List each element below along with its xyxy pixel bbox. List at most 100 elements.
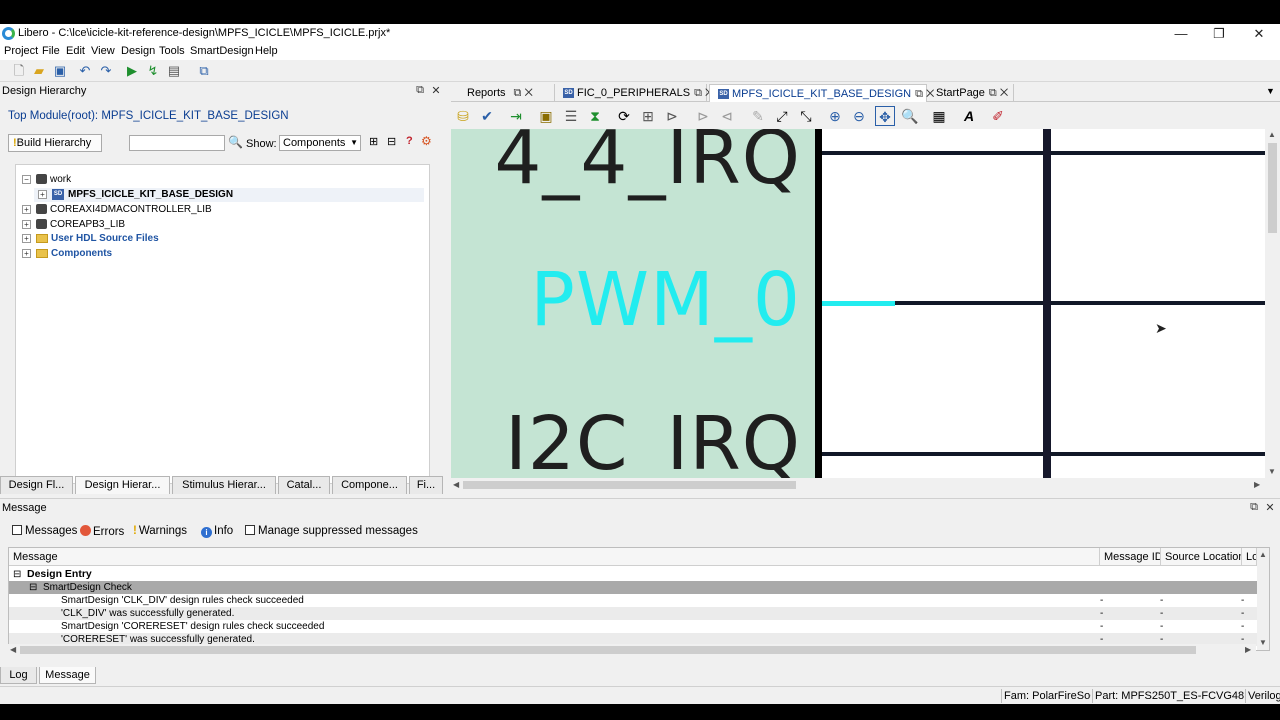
collapse-icon[interactable]: ⊟ <box>29 581 37 594</box>
open-folder-icon[interactable]: ▰ <box>31 63 47 79</box>
connect-icon[interactable]: ⇥ <box>506 106 526 126</box>
expand-view-icon[interactable]: ⤢ <box>772 106 792 126</box>
message-row[interactable]: SmartDesign 'CORERESET' design rules che… <box>9 620 1257 633</box>
new-file-icon[interactable]: 🗋 <box>11 63 27 79</box>
close-pane-icon[interactable]: ✕ <box>429 84 443 97</box>
menu-file[interactable]: File <box>42 45 60 57</box>
scroll-up-icon[interactable]: ▲ <box>1259 550 1267 559</box>
zoom-out-icon[interactable]: ⊖ <box>849 106 869 126</box>
restore-pane-icon[interactable]: ⧉ <box>1247 501 1261 514</box>
scroll-down-icon[interactable]: ▼ <box>1259 638 1267 647</box>
scroll-left-icon[interactable]: ◀ <box>453 480 459 489</box>
menu-view[interactable]: View <box>91 45 115 57</box>
show-filter-dropdown[interactable]: Components ▼ <box>279 135 361 151</box>
database-icon[interactable]: ⛁ <box>453 106 473 126</box>
detach-icon[interactable]: ⧉ <box>196 63 212 79</box>
tree-item-work[interactable]: − work <box>22 173 71 187</box>
tab-design-hierarchy[interactable]: Design Hierar... <box>75 476 170 494</box>
pin-group-icon[interactable]: ⊳ <box>693 106 713 126</box>
grid-connect-icon[interactable]: ⊞ <box>638 106 658 126</box>
compress-view-icon[interactable]: ⤡ <box>796 106 816 126</box>
message-vertical-scrollbar[interactable]: ▲ ▼ <box>1257 548 1269 650</box>
message-row[interactable]: SmartDesign 'CLK_DIV' design rules check… <box>9 594 1257 607</box>
edit-annotation-icon[interactable]: ✐ <box>988 106 1008 126</box>
run-icon[interactable]: ▶ <box>124 63 140 79</box>
expand-icon[interactable]: + <box>22 234 31 243</box>
expand-icon[interactable]: + <box>22 249 31 258</box>
column-header-message[interactable]: Message <box>9 548 1100 566</box>
menu-tools[interactable]: Tools <box>159 45 185 57</box>
expand-all-icon[interactable]: ⊞ <box>369 135 378 148</box>
collapse-all-icon[interactable]: ⊟ <box>387 135 396 148</box>
tab-log[interactable]: Log <box>0 667 37 684</box>
menu-project[interactable]: Project <box>4 45 38 57</box>
bus-line[interactable] <box>1043 129 1051 478</box>
check-icon[interactable]: ✔ <box>477 106 497 126</box>
scroll-thumb[interactable] <box>1268 143 1277 233</box>
filter-messages[interactable]: Messages <box>12 525 77 537</box>
filter-warnings[interactable]: ! Warnings <box>133 525 187 537</box>
report-icon[interactable]: ▤ <box>166 63 182 79</box>
expand-icon[interactable]: + <box>22 220 31 229</box>
subgroup-row[interactable]: ⊟ SmartDesign Check <box>9 581 1257 594</box>
menu-edit[interactable]: Edit <box>66 45 85 57</box>
tab-components[interactable]: Compone... <box>332 476 407 494</box>
tab-reports[interactable]: Reports ⧉ ✕ <box>459 84 555 102</box>
tab-files[interactable]: Fi... <box>409 476 443 494</box>
manage-suppressed-messages[interactable]: Manage suppressed messages <box>245 525 418 537</box>
scroll-thumb[interactable] <box>463 481 796 489</box>
filter-errors[interactable]: Errors <box>80 525 124 538</box>
canvas-horizontal-scrollbar[interactable]: ◀ ▶ <box>451 478 1265 492</box>
tab-design-flow[interactable]: Design Fl... <box>0 476 73 494</box>
tab-list-icon[interactable]: ▼ <box>1266 86 1275 96</box>
scroll-thumb[interactable] <box>20 646 1196 654</box>
menu-help[interactable]: Help <box>255 45 278 57</box>
tab-catalog[interactable]: Catal... <box>278 476 330 494</box>
tab-message[interactable]: Message <box>39 667 96 684</box>
tree-item-components[interactable]: + Components <box>22 247 112 261</box>
save-icon[interactable]: ▣ <box>52 63 68 79</box>
edit-icon[interactable]: ✎ <box>748 106 768 126</box>
design-canvas[interactable]: 4_4_IRQ PWM_0 I2C_IRQ ➤ <box>451 129 1265 478</box>
help-icon[interactable]: ? <box>406 135 413 147</box>
tab-stimulus-hierarchy[interactable]: Stimulus Hierar... <box>172 476 276 494</box>
scroll-right-icon[interactable]: ▶ <box>1254 480 1260 489</box>
scroll-down-icon[interactable]: ▼ <box>1268 467 1276 476</box>
redo-icon[interactable]: ↷ <box>98 63 114 79</box>
generate-icon[interactable]: ▣ <box>536 106 556 126</box>
component-block[interactable]: 4_4_IRQ PWM_0 I2C_IRQ <box>451 129 815 478</box>
canvas-vertical-scrollbar[interactable]: ▲ ▼ <box>1265 129 1280 478</box>
refresh-icon[interactable]: ⟳ <box>614 106 634 126</box>
menu-smartdesign[interactable]: SmartDesign <box>190 45 254 57</box>
tab-startpage[interactable]: StartPage ⧉ ✕ <box>928 84 1014 102</box>
zoom-area-icon[interactable]: 🔍 <box>900 106 920 126</box>
pin-label-pwm0[interactable]: PWM_0 <box>530 263 801 337</box>
restore-pane-icon[interactable]: ⧉ <box>413 84 427 97</box>
close-tab-icon[interactable]: ⧉ ✕ <box>989 87 1008 99</box>
filter-info[interactable]: i Info <box>201 525 233 538</box>
expand-icon[interactable]: + <box>22 205 31 214</box>
scroll-left-icon[interactable]: ◀ <box>10 645 16 654</box>
close-pane-icon[interactable]: ✕ <box>1263 501 1277 514</box>
zoom-fit-icon[interactable]: ✥ <box>875 106 895 126</box>
column-header-log[interactable]: Log <box>1242 548 1257 566</box>
expand-icon[interactable]: + <box>38 190 47 199</box>
build-hierarchy-button[interactable]: !Build Hierarchy <box>8 134 102 152</box>
run-step-icon[interactable]: ↯ <box>145 63 161 79</box>
tab-base-design[interactable]: SD MPFS_ICICLE_KIT_BASE_DESIGN ⧉ ✕ <box>709 84 934 102</box>
settings-icon[interactable]: ⚙ <box>421 134 432 148</box>
close-tab-icon[interactable]: ⧉ ✕ <box>514 87 533 99</box>
tab-fic0-peripherals[interactable]: SD FIC_0_PERIPHERALS ⧉ ✕ <box>555 84 713 102</box>
menu-design[interactable]: Design <box>121 45 155 57</box>
pin-icon[interactable]: ⊳ <box>662 106 682 126</box>
collapse-icon[interactable]: − <box>22 175 31 184</box>
message-horizontal-scrollbar[interactable]: ◀ ▶ <box>8 644 1256 656</box>
tree-item-dma-lib[interactable]: + COREAXI4DMACONTROLLER_LIB <box>22 203 212 217</box>
column-header-source-location[interactable]: Source Location <box>1161 548 1242 566</box>
hierarchy-search-input[interactable] <box>129 135 225 151</box>
text-icon[interactable]: A <box>959 106 979 126</box>
grid-icon[interactable]: ▦ <box>929 106 949 126</box>
tree-item-hdl-sources[interactable]: + User HDL Source Files <box>22 232 159 246</box>
scroll-right-icon[interactable]: ▶ <box>1245 645 1251 654</box>
bus-icon[interactable]: ☰ <box>561 106 581 126</box>
